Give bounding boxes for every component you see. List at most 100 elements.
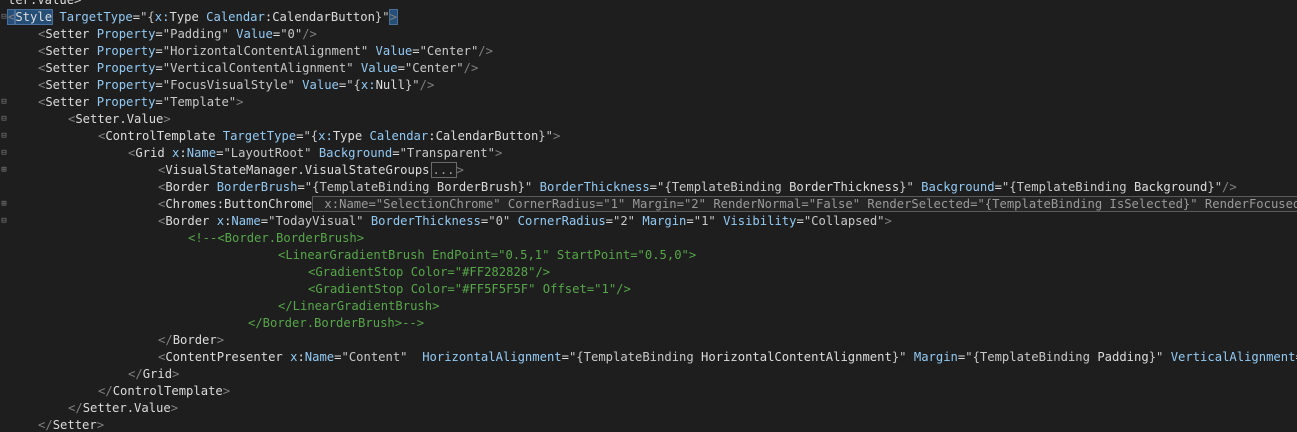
code-token: = bbox=[155, 27, 163, 41]
code-token: "Center" bbox=[404, 61, 464, 75]
code-token: <GradientStop Color="#FF282828"/> bbox=[308, 265, 551, 279]
code-line[interactable]: </Grid> bbox=[0, 366, 1297, 383]
collapse-icon[interactable]: ⊟ bbox=[0, 145, 8, 162]
gutter-marker bbox=[0, 230, 8, 247]
code-line[interactable]: ⊟ <Style TargetType="{x:Type Calendar:Cal… bbox=[0, 9, 1297, 26]
collapsed-region[interactable]: ... bbox=[430, 162, 457, 178]
code-token: BorderThickness bbox=[363, 214, 481, 228]
code-token: Setter bbox=[45, 61, 90, 75]
code-token: x: bbox=[360, 78, 376, 92]
code-token: > bbox=[236, 95, 244, 109]
code-editor[interactable]: ter.Value> ⊟ <Style TargetType="{x:Type Ca… bbox=[0, 0, 1297, 432]
code-token: HorizontalAlignment bbox=[407, 350, 562, 364]
code-line[interactable]: <Setter Property="Padding" Value="0"/> bbox=[0, 26, 1297, 43]
code-token: > bbox=[96, 418, 105, 432]
code-token: "{ bbox=[346, 78, 361, 92]
code-token: HorizontalContentAlignment bbox=[701, 350, 892, 364]
code-text: <Setter.Value> bbox=[68, 111, 171, 128]
collapse-icon[interactable]: ⊟ bbox=[0, 9, 8, 26]
code-token: "TodayVisual" bbox=[268, 214, 364, 228]
code-line[interactable]: ⊟ <Setter Property="Template"> bbox=[0, 94, 1297, 111]
gutter-marker bbox=[0, 417, 8, 432]
code-line[interactable]: <GradientStop Color="#FF282828"/> bbox=[0, 264, 1297, 281]
code-line[interactable]: <Border BorderBrush="{TemplateBinding Bo… bbox=[0, 179, 1297, 196]
collapsed-region[interactable]: x:Name="SelectionChrome" CornerRadius="1… bbox=[312, 196, 1297, 212]
code-token: Background bbox=[913, 180, 995, 194]
code-token: }" bbox=[538, 129, 553, 143]
code-token: Border bbox=[172, 333, 217, 347]
code-token: = bbox=[297, 180, 305, 194]
code-text: <!--<Border.BorderBrush> bbox=[188, 230, 364, 247]
code-token: }" bbox=[517, 180, 533, 194]
code-line[interactable]: </Setter> bbox=[0, 417, 1297, 432]
code-text: <ControlTemplate TargetType="{x:Type Cal… bbox=[98, 128, 560, 145]
code-text: </Setter.Value> bbox=[68, 400, 178, 417]
code-line[interactable]: ⊟ <Grid x:Name="LayoutRoot" Background="T… bbox=[0, 145, 1297, 162]
code-token: :CalendarButton bbox=[428, 129, 539, 143]
code-token: Border bbox=[165, 214, 210, 228]
code-token: x bbox=[209, 214, 225, 228]
code-line[interactable]: </Border> bbox=[0, 332, 1297, 349]
code-token: > bbox=[456, 163, 464, 177]
code-text: </ControlTemplate> bbox=[98, 383, 230, 400]
code-token: Setter.Value bbox=[82, 401, 171, 415]
code-token: Name bbox=[304, 350, 335, 364]
code-line[interactable]: ⊟ <Setter.Value> bbox=[0, 111, 1297, 128]
code-token: > bbox=[552, 129, 561, 143]
code-line[interactable]: </LinearGradientBrush> bbox=[0, 298, 1297, 315]
code-line[interactable]: <ContentPresenter x:Name="Content" Horiz… bbox=[0, 349, 1297, 366]
code-token: /> bbox=[478, 44, 493, 58]
code-text: <Setter Property="HorizontalContentAlign… bbox=[38, 43, 493, 60]
code-text: <Setter Property="VerticalContentAlignme… bbox=[38, 60, 478, 77]
gutter-marker bbox=[0, 315, 8, 332]
code-token: Null bbox=[375, 78, 405, 92]
collapse-icon[interactable]: ⊟ bbox=[0, 213, 8, 230]
code-text: </Grid> bbox=[128, 366, 179, 383]
code-token: }" bbox=[899, 180, 914, 194]
gutter-marker bbox=[0, 383, 8, 400]
collapse-icon[interactable]: ⊟ bbox=[0, 94, 8, 111]
code-text: <LinearGradientBrush EndPoint="0.5,1" St… bbox=[278, 247, 696, 264]
code-token: /> bbox=[1222, 180, 1237, 194]
code-token: Padding bbox=[1097, 350, 1149, 364]
code-line[interactable]: <Setter Property="HorizontalContentAlign… bbox=[0, 43, 1297, 60]
code-token: }" bbox=[404, 78, 420, 92]
code-token: > bbox=[163, 112, 171, 126]
code-line[interactable]: <Setter Property="VerticalContentAlignme… bbox=[0, 60, 1297, 77]
code-line[interactable]: <GradientStop Color="#FF5F5F5F" Offset="… bbox=[0, 281, 1297, 298]
code-token: }" bbox=[374, 10, 390, 24]
code-line[interactable]: <Setter Property="FocusVisualStyle" Valu… bbox=[0, 77, 1297, 94]
code-token: x: bbox=[318, 129, 333, 143]
code-line[interactable]: </Setter.Value> bbox=[0, 400, 1297, 417]
code-token: Property bbox=[89, 44, 156, 58]
code-line[interactable]: ter.Value> bbox=[0, 0, 1297, 9]
code-line[interactable]: ⊟ <Border x:Name="TodayVisual" BorderThic… bbox=[0, 213, 1297, 230]
gutter-marker bbox=[0, 60, 8, 77]
code-token: <GradientStop Color="#FF5F5F5F" Offset="… bbox=[308, 282, 631, 296]
code-token: Calendar bbox=[206, 10, 265, 24]
code-token: = bbox=[686, 214, 694, 228]
code-line[interactable]: </ControlTemplate> bbox=[0, 383, 1297, 400]
code-text: <Border BorderBrush="{TemplateBinding Bo… bbox=[158, 179, 1237, 196]
code-token: "Padding" bbox=[162, 27, 229, 41]
collapse-icon[interactable]: ⊟ bbox=[0, 128, 8, 145]
collapse-icon[interactable]: ⊟ bbox=[0, 111, 8, 128]
code-token: Border bbox=[165, 180, 210, 194]
code-line[interactable]: ⊟ <ControlTemplate TargetType="{x:Type Ca… bbox=[0, 128, 1297, 145]
expand-icon[interactable]: ⊞ bbox=[0, 162, 8, 179]
expand-icon[interactable]: ⊞ bbox=[0, 196, 8, 213]
code-line[interactable]: <LinearGradientBrush EndPoint="0.5,1" St… bbox=[0, 247, 1297, 264]
gutter-marker bbox=[0, 0, 8, 9]
gutter-marker bbox=[0, 281, 8, 298]
code-text: <Chromes:ButtonChrome x:Name="SelectionC… bbox=[158, 196, 1297, 213]
code-line[interactable]: ⊞ <Chromes:ButtonChrome x:Name="Selection… bbox=[0, 196, 1297, 213]
code-line[interactable]: ⊞ <VisualStateManager.VisualStateGroups..… bbox=[0, 162, 1297, 179]
gutter-marker bbox=[0, 264, 8, 281]
code-text: <ContentPresenter x:Name="Content" Horiz… bbox=[158, 349, 1297, 366]
code-token: "{TemplateBinding bbox=[965, 350, 1098, 364]
code-line[interactable]: <!--<Border.BorderBrush> bbox=[0, 230, 1297, 247]
code-line[interactable]: </Border.BorderBrush>--> bbox=[0, 315, 1297, 332]
code-token: Setter bbox=[45, 27, 90, 41]
code-token: Background bbox=[311, 146, 393, 160]
code-token: "Center" bbox=[419, 44, 479, 58]
